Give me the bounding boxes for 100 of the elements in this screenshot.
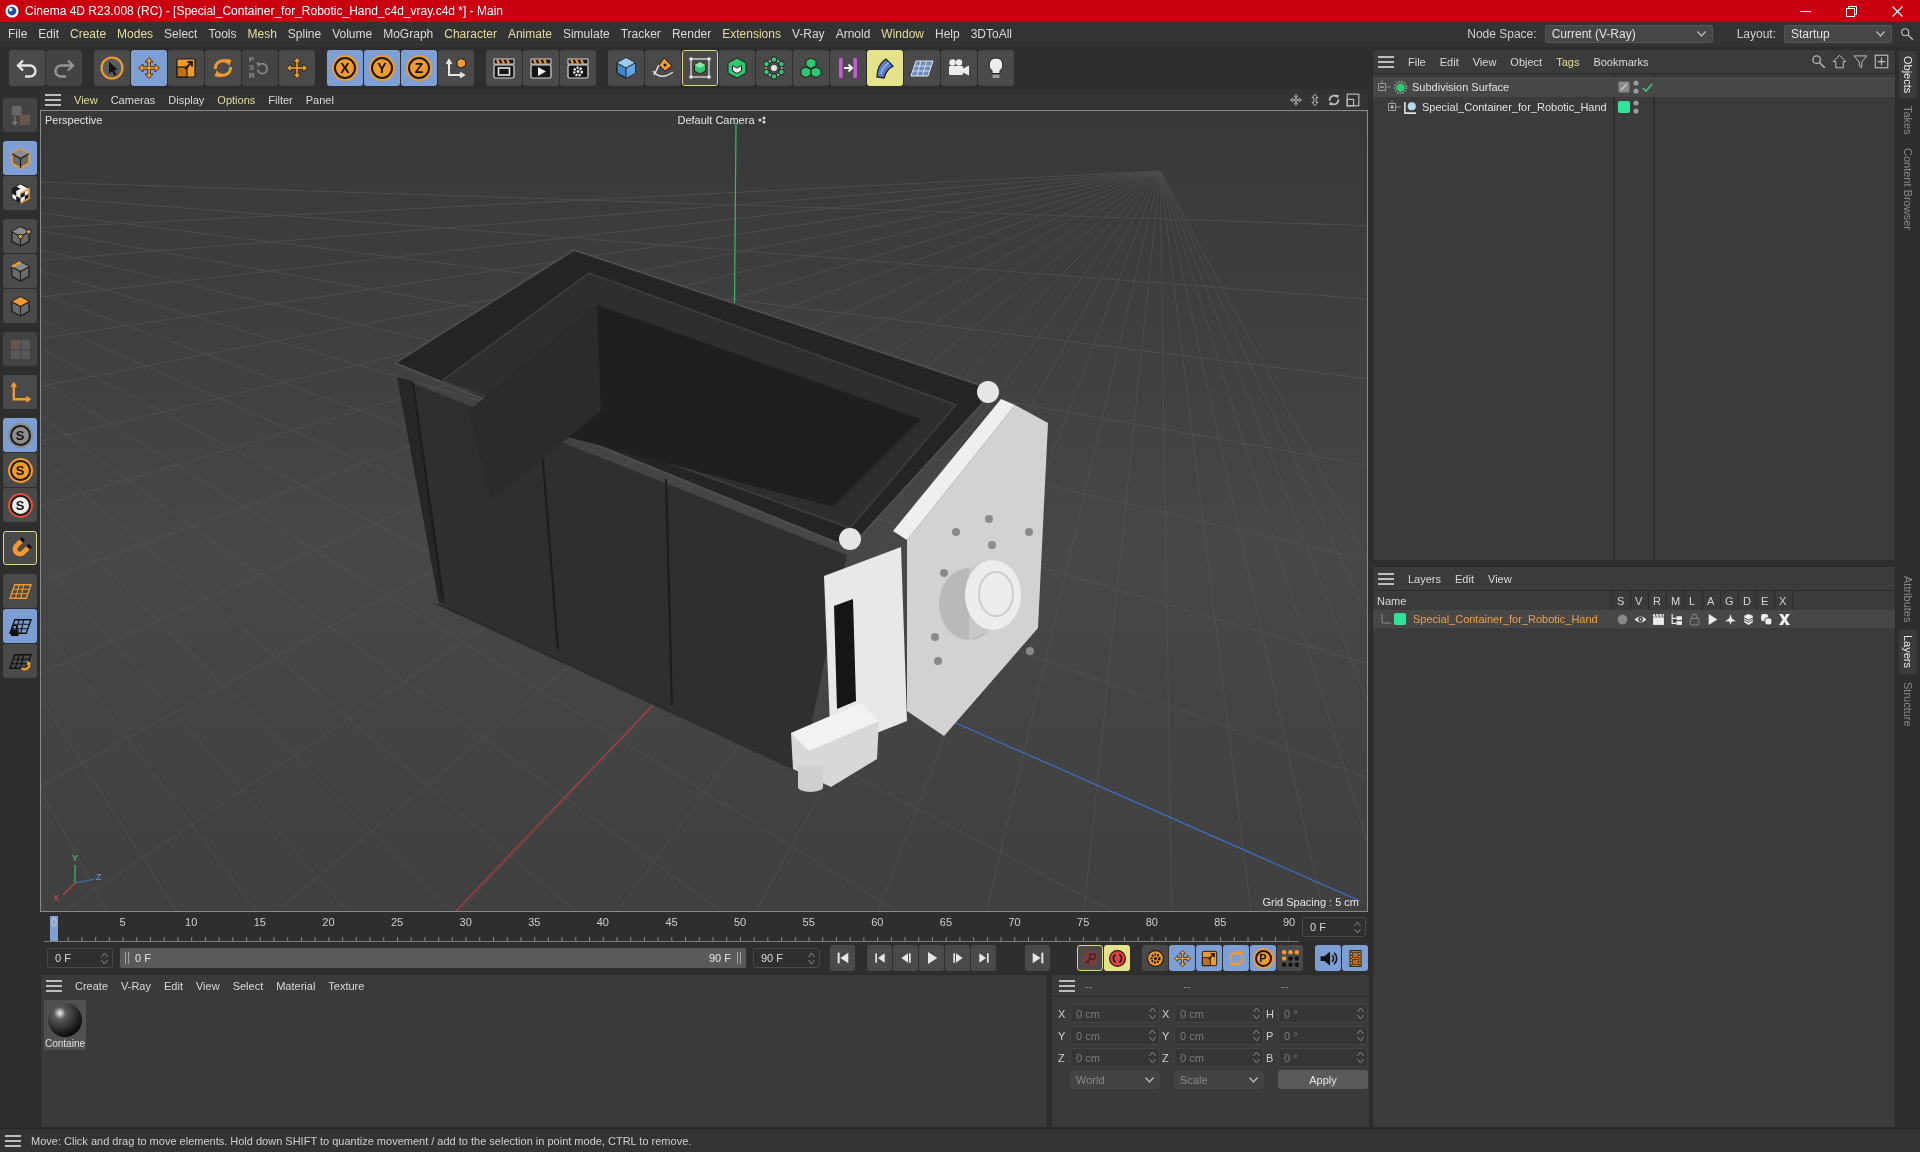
menu-item[interactable]: View	[195, 980, 220, 992]
step-forward-button[interactable]	[945, 945, 970, 971]
side-tab[interactable]: Layers	[1899, 630, 1917, 674]
side-tab[interactable]: Attributes	[1899, 571, 1917, 628]
collapse-icon[interactable]	[1377, 80, 1391, 94]
menu-item[interactable]: Create	[75, 980, 109, 992]
film-button[interactable]	[1342, 945, 1368, 971]
expand-icon[interactable]	[1387, 100, 1401, 114]
move-tool-button[interactable]	[1169, 945, 1195, 971]
render-view-button[interactable]	[486, 50, 522, 86]
menu-item[interactable]: MoGraph	[383, 27, 434, 41]
axis-mode-button[interactable]	[3, 375, 37, 409]
skip-end-button[interactable]	[1025, 945, 1050, 971]
rotate-tool-button[interactable]	[205, 50, 241, 86]
menu-item[interactable]: Help	[935, 27, 960, 41]
menu-icon[interactable]	[46, 980, 62, 992]
solo-dot-icon[interactable]	[1615, 612, 1629, 626]
menu-item[interactable]: Bookmarks	[1593, 55, 1649, 68]
skip-start-button[interactable]	[830, 945, 855, 971]
select-tool-button[interactable]	[94, 50, 130, 86]
play-button[interactable]	[919, 945, 944, 971]
menu-item[interactable]: Tools	[208, 27, 237, 41]
undo-button[interactable]	[9, 50, 45, 86]
locked-workplane-button[interactable]	[3, 609, 37, 643]
side-tab[interactable]: Structure	[1899, 676, 1917, 732]
model-mode-button[interactable]	[3, 141, 37, 175]
coordinate-system-button[interactable]	[438, 50, 474, 86]
hierarchy-icon[interactable]	[1669, 612, 1683, 626]
menu-icon[interactable]	[1059, 979, 1075, 992]
magnet-button[interactable]	[3, 531, 37, 565]
texture-mode-button[interactable]	[3, 176, 37, 210]
menu-icon[interactable]	[1378, 55, 1394, 68]
menu-item[interactable]: Edit	[164, 980, 183, 992]
menu-item[interactable]: Tags	[1556, 55, 1580, 68]
parameter-key-button[interactable]: P	[1250, 945, 1276, 971]
menu-item[interactable]: V-Ray	[121, 980, 151, 992]
menu-item[interactable]: Material	[276, 980, 316, 992]
current-frame-field[interactable]: 0 F	[1302, 917, 1366, 937]
search-icon[interactable]	[1811, 54, 1826, 69]
object-row[interactable]: Special_Container_for_Robotic_Hand	[1373, 97, 1895, 117]
menu-item[interactable]: View	[1488, 572, 1512, 585]
visibility-dots-icon[interactable]	[1633, 100, 1639, 114]
side-tab[interactable]: Takes	[1899, 101, 1917, 141]
menu-item[interactable]: Cameras	[110, 94, 156, 106]
menu-item[interactable]: Tracker	[620, 27, 661, 41]
layered-box-icon[interactable]	[1741, 612, 1755, 626]
axis-lock-button[interactable]: X	[327, 50, 363, 86]
home-icon[interactable]	[1832, 54, 1847, 69]
menu-item[interactable]: Select	[164, 27, 198, 41]
menu-item[interactable]: Filter	[268, 94, 293, 106]
floor-button[interactable]	[904, 50, 940, 86]
cube-button[interactable]	[608, 50, 644, 86]
polygons-mode-button[interactable]	[3, 289, 37, 323]
menu-item[interactable]: Create	[70, 27, 107, 41]
pen-button[interactable]	[645, 50, 681, 86]
menu-item[interactable]: Window	[881, 27, 924, 41]
point-level-button[interactable]	[1277, 945, 1303, 971]
menu-item[interactable]: View	[1472, 55, 1497, 68]
menu-item[interactable]: Options	[217, 94, 256, 106]
rotate-icon[interactable]	[1327, 93, 1341, 107]
clapperboard-icon[interactable]	[1651, 612, 1665, 626]
menu-item[interactable]: Modes	[117, 27, 154, 41]
render-settings-button[interactable]	[560, 50, 596, 86]
axis-tool-button[interactable]	[279, 50, 315, 86]
layer-color-swatch[interactable]	[1618, 101, 1630, 113]
menu-item[interactable]: Display	[168, 94, 205, 106]
layer-color-swatch[interactable]	[1394, 613, 1406, 625]
visibility-dots-icon[interactable]	[1633, 80, 1639, 94]
new-panel-icon[interactable]	[1874, 54, 1889, 69]
menu-item[interactable]: File	[1408, 55, 1426, 68]
points-mode-button[interactable]	[3, 219, 37, 253]
light-button[interactable]	[978, 50, 1014, 86]
sound-button[interactable]	[1315, 945, 1341, 971]
menu-item[interactable]: Texture	[328, 980, 365, 992]
render-button[interactable]	[523, 50, 559, 86]
snap-button[interactable]: S	[3, 418, 37, 452]
preview-range[interactable]: 0 F 90 F	[120, 948, 746, 968]
step-back-button[interactable]	[893, 945, 918, 971]
overlapping-squares-icon[interactable]	[1759, 612, 1773, 626]
side-tab[interactable]: Objects	[1899, 51, 1917, 99]
axis-lock-button[interactable]: Y	[364, 50, 400, 86]
cloner-button[interactable]	[756, 50, 792, 86]
layout-dropdown[interactable]: Startup	[1784, 25, 1892, 43]
mograph-button[interactable]	[793, 50, 829, 86]
maximize-icon[interactable]	[1346, 93, 1360, 107]
next-key-button[interactable]	[971, 945, 996, 971]
layer-row[interactable]: Special_Container_for_Robotic_Hand	[1373, 610, 1895, 628]
material-tile[interactable]: Containe	[44, 1000, 86, 1050]
menu-item[interactable]: Mesh	[247, 27, 277, 41]
menu-icon[interactable]	[5, 1134, 21, 1147]
menu-item[interactable]: Select	[232, 980, 264, 992]
key-settings-button[interactable]	[1142, 945, 1168, 971]
four-arrows-icon[interactable]	[1289, 93, 1303, 107]
menu-item[interactable]: View	[74, 94, 98, 106]
menu-item[interactable]: Edit	[38, 27, 60, 41]
autokey-button[interactable]	[1077, 945, 1103, 971]
menu-icon[interactable]	[45, 94, 61, 106]
snap-toggle-button[interactable]: S	[3, 488, 37, 522]
record-button[interactable]	[1104, 945, 1130, 971]
node-space-dropdown[interactable]: Current (V-Ray)	[1544, 25, 1713, 43]
